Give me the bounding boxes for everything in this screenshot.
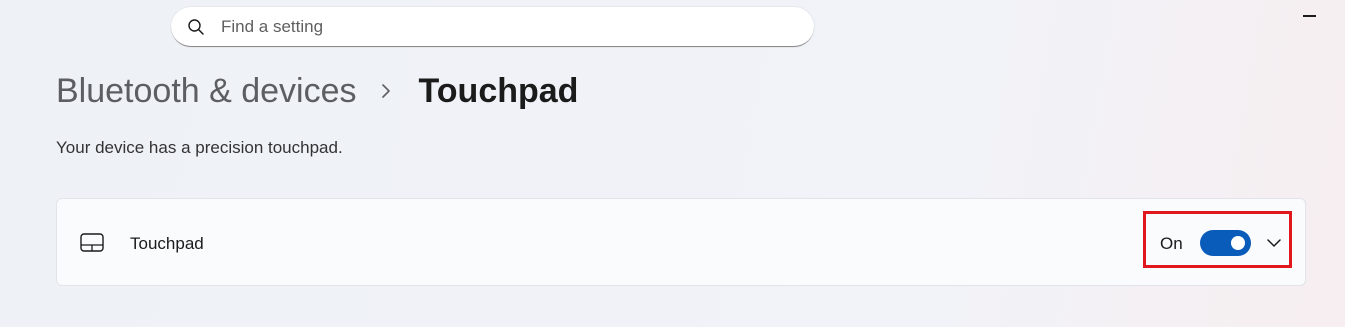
breadcrumb: Bluetooth & devices Touchpad [56,66,578,116]
touchpad-description: Your device has a precision touchpad. [56,138,343,157]
page-title: Touchpad [418,71,579,110]
search-box[interactable] [171,7,814,47]
breadcrumb-parent-link[interactable]: Bluetooth & devices [56,72,357,111]
touchpad-setting-label: Touchpad [130,234,204,253]
touchpad-setting-card[interactable]: Touchpad [56,198,1306,286]
touchpad-icon [80,233,104,253]
search-input[interactable] [221,7,781,47]
touchpad-toggle[interactable] [1200,230,1251,256]
expand-button[interactable] [1264,234,1284,252]
chevron-right-icon [379,82,393,100]
toggle-state-label: On [1160,234,1183,253]
chevron-down-icon [1264,239,1284,256]
minimize-button[interactable] [1296,0,1326,30]
search-icon [187,18,205,36]
toggle-knob [1231,236,1245,250]
